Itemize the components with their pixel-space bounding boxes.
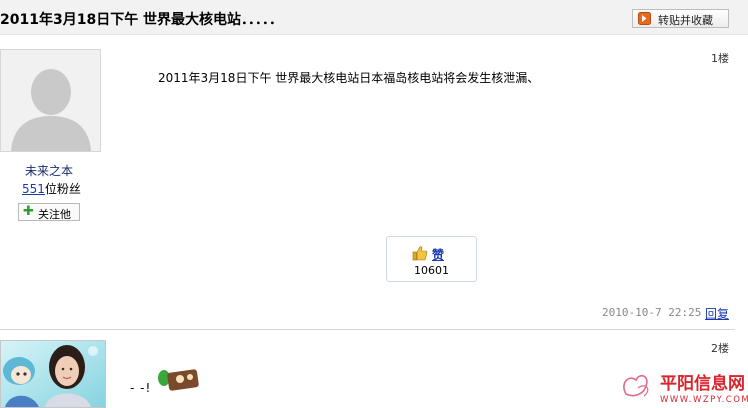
fans-count-suffix: 位粉丝	[44, 182, 81, 196]
thumbs-up-icon	[412, 246, 428, 261]
avatar-default[interactable]	[0, 49, 101, 152]
plus-icon: ✚	[23, 204, 34, 219]
thread-header: 2011年3月18日下午 世界最大核电站．．．．． 转贴并收藏	[0, 0, 748, 35]
svg-text:平阳信息网: 平阳信息网	[660, 373, 745, 394]
like-count: 10601	[414, 264, 449, 277]
floor-number: 2楼	[711, 342, 729, 355]
reply-link[interactable]: 回复	[705, 305, 729, 322]
site-watermark-logo: 平阳信息网 WWW.WZPY.COM	[623, 373, 748, 405]
emoticon-sticker-icon	[158, 369, 199, 391]
thread-title: 2011年3月18日下午 世界最大核电站．．．．．	[0, 12, 284, 28]
like-button[interactable]: 赞 10601	[386, 236, 477, 282]
fans-count: 551位粉丝	[22, 180, 81, 197]
repost-icon	[638, 12, 651, 25]
follow-button-label: 关注他	[38, 208, 71, 221]
post-content: - -!	[130, 381, 152, 395]
post-divider	[0, 329, 735, 330]
author-name[interactable]: 未来之本	[25, 162, 73, 179]
post-timestamp: 2010-10-7 22:25	[602, 306, 702, 319]
repost-button-label: 转贴并收藏	[658, 14, 713, 27]
post-content: 2011年3月18日下午 世界最大核电站日本福岛核电站将会发生核泄漏、	[158, 71, 540, 85]
fans-count-number[interactable]: 551	[22, 182, 45, 196]
follow-button[interactable]: ✚ 关注他	[18, 203, 80, 221]
floor-number: 1楼	[711, 52, 729, 65]
default-user-silhouette-icon	[1, 50, 100, 151]
avatar-user-photo[interactable]	[0, 340, 106, 408]
user-photo-image	[1, 341, 105, 407]
repost-and-favorite-button[interactable]: 转贴并收藏	[632, 9, 729, 28]
svg-text:WWW.WZPY.COM: WWW.WZPY.COM	[660, 395, 748, 405]
like-label: 赞	[432, 248, 445, 262]
